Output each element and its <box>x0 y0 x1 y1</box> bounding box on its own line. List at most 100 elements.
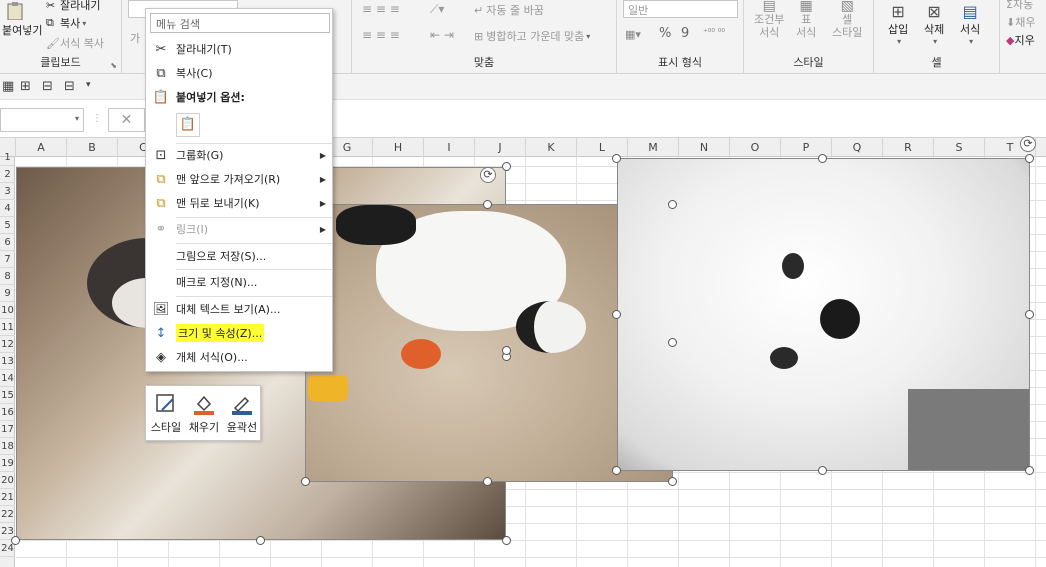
menu-item-cut[interactable]: ✂ 잘라내기(T) <box>146 37 332 61</box>
row-header[interactable]: 5 <box>0 217 15 234</box>
column-header[interactable]: Q <box>832 138 883 157</box>
merge-center-button[interactable]: ⊞ 병합하고 가운데 맞춤 ▾ <box>474 28 590 44</box>
table-grid-icon[interactable]: ⊞ <box>20 79 31 94</box>
column-header[interactable]: K <box>526 138 577 157</box>
row-header[interactable]: 15 <box>0 387 15 404</box>
resize-handle[interactable] <box>612 310 621 319</box>
row-header[interactable]: 21 <box>0 489 15 506</box>
column-header[interactable]: L <box>577 138 628 157</box>
menu-item-size-properties[interactable]: ↕ 크기 및 속성(Z)... <box>146 321 332 345</box>
column-header[interactable]: A <box>16 138 67 157</box>
dialog-launcher-icon[interactable]: ⬊ <box>110 61 117 70</box>
menu-item-bring-front[interactable]: ⧉ 맨 앞으로 가져오기(R) ▶ <box>146 167 332 191</box>
menu-item-link[interactable]: ⚭ 링크(I) ▶ <box>146 217 332 241</box>
name-box[interactable]: ▾ <box>0 108 84 132</box>
clear-button[interactable]: ◆ 지우 <box>1006 32 1035 48</box>
menu-item-save-as-picture[interactable]: 그림으로 저장(S)... <box>146 244 332 268</box>
row-header[interactable]: 19 <box>0 455 15 472</box>
row-header[interactable]: 16 <box>0 404 15 421</box>
autosum-button[interactable]: Σ 자동 <box>1006 0 1033 12</box>
column-header[interactable]: J <box>475 138 526 157</box>
resize-handle[interactable] <box>818 154 827 163</box>
resize-handle[interactable] <box>502 162 511 171</box>
resize-handle[interactable] <box>301 477 310 486</box>
resize-handle[interactable] <box>502 536 511 545</box>
table-format-button[interactable]: ▦ 표 서식 <box>796 0 816 39</box>
resize-handle[interactable] <box>1025 466 1034 475</box>
menu-item-assign-macro[interactable]: 매크로 지정(N)... <box>146 270 332 294</box>
row-header[interactable]: 7 <box>0 251 15 268</box>
conditional-format-button[interactable]: ▤ 조건부 서식 <box>754 0 784 39</box>
format-button[interactable]: ▤ 서식 ▾ <box>960 2 980 46</box>
align-left-icon[interactable]: ≡ ≡ ≡ <box>362 28 400 42</box>
paste-option-button[interactable]: 📋 <box>176 113 200 137</box>
cut-button[interactable]: ✂ 잘라내기 <box>46 0 100 13</box>
row-header[interactable]: 17 <box>0 421 15 438</box>
align-top-icon[interactable]: ≡ ≡ ≡ <box>362 2 400 16</box>
orientation-icon[interactable]: ⟋▾ <box>430 2 444 17</box>
row-header[interactable]: 12 <box>0 336 15 353</box>
menu-item-group[interactable]: ⊡ 그룹화(G) ▶ <box>146 143 332 167</box>
delete-button[interactable]: ⊠ 삭제 ▾ <box>924 2 944 46</box>
row-header[interactable]: 18 <box>0 438 15 455</box>
resize-handle[interactable] <box>668 477 677 486</box>
row-header[interactable]: 1 <box>0 149 15 166</box>
resize-handle[interactable] <box>256 536 265 545</box>
column-header[interactable]: N <box>679 138 730 157</box>
insert-row-icon[interactable]: ⊟ <box>42 79 53 94</box>
row-header[interactable]: 2 <box>0 166 15 183</box>
column-header[interactable]: M <box>628 138 679 157</box>
outline-button[interactable]: 윤곽선 <box>224 392 260 435</box>
row-header[interactable]: 9 <box>0 285 15 302</box>
resize-handle[interactable] <box>502 346 511 355</box>
row-header[interactable]: 8 <box>0 268 15 285</box>
format-painter-button[interactable]: 🖌 서식 복사 <box>46 35 104 51</box>
row-header[interactable]: 10 <box>0 302 15 319</box>
column-header[interactable]: O <box>730 138 781 157</box>
decimal-icon[interactable]: ⁺⁰⁰ ⁰⁰ <box>703 28 725 38</box>
drag-dots-icon[interactable]: ⋮ <box>92 113 102 124</box>
wrap-text-button[interactable]: ↵ 자동 줄 바꿈 <box>474 2 544 18</box>
menu-item-copy[interactable]: ⧉ 복사(C) <box>146 61 332 85</box>
resize-handle[interactable] <box>1025 154 1034 163</box>
resize-handle[interactable] <box>668 200 677 209</box>
column-header[interactable]: B <box>67 138 118 157</box>
resize-handle[interactable] <box>483 200 492 209</box>
rotate-handle[interactable]: ⟳ <box>480 167 496 183</box>
fill-button[interactable]: 채우기 <box>186 392 222 435</box>
column-header[interactable]: I <box>424 138 475 157</box>
menu-item-alt-text[interactable]: 🖼 대체 텍스트 보기(A)... <box>146 297 332 321</box>
row-header[interactable]: 20 <box>0 472 15 489</box>
number-format-combo[interactable]: 일반 <box>623 0 738 18</box>
row-header[interactable]: 13 <box>0 353 15 370</box>
row-header[interactable]: 22 <box>0 506 15 523</box>
style-button[interactable]: 스타일 <box>148 392 184 435</box>
menu-item-send-back[interactable]: ⧉ 맨 뒤로 보내기(K) ▶ <box>146 191 332 215</box>
indent-icon[interactable]: ⇤ ⇥ <box>430 28 454 42</box>
insert-col-icon[interactable]: ⊟ <box>64 79 75 94</box>
resize-handle[interactable] <box>612 154 621 163</box>
resize-handle[interactable] <box>612 466 621 475</box>
percent-button[interactable]: % <box>659 26 671 41</box>
column-header[interactable]: R <box>883 138 934 157</box>
resize-handle[interactable] <box>668 338 677 347</box>
resize-handle[interactable] <box>11 536 20 545</box>
dropdown-icon[interactable]: ▾ <box>86 80 91 90</box>
copy-button[interactable]: ⧉ 복사 ▾ <box>46 15 86 31</box>
row-header[interactable]: 14 <box>0 370 15 387</box>
currency-icon[interactable]: ▦▾ <box>625 28 641 41</box>
cell-style-button[interactable]: ▧ 셀 스타일 <box>832 0 862 39</box>
grid-icon[interactable]: ▦ <box>2 79 14 94</box>
column-header[interactable]: H <box>373 138 424 157</box>
row-header[interactable]: 3 <box>0 183 15 200</box>
resize-handle[interactable] <box>483 477 492 486</box>
resize-handle[interactable] <box>818 466 827 475</box>
name-box-dropdown-icon[interactable]: ▾ <box>75 114 79 123</box>
menu-search-input[interactable]: 메뉴 검색 <box>150 13 330 33</box>
comma-button[interactable]: 9 <box>681 26 689 41</box>
insert-button[interactable]: ⊞ 삽입 ▾ <box>888 2 908 46</box>
row-header[interactable]: 4 <box>0 200 15 217</box>
fill-button[interactable]: ⬇ 채우 <box>1006 14 1035 30</box>
menu-item-format-object[interactable]: ◈ 개체 서식(O)... <box>146 345 332 369</box>
rotate-handle[interactable]: ⟳ <box>1020 136 1036 152</box>
